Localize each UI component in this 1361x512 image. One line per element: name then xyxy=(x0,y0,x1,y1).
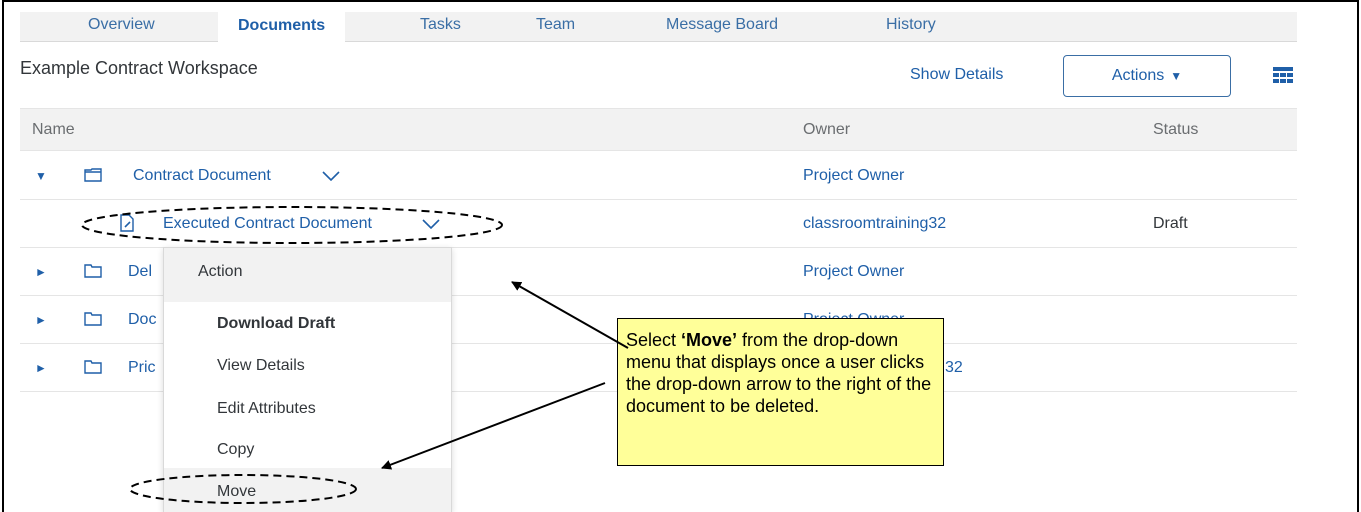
arrow-to-chevron xyxy=(511,281,629,349)
annotation-overlay xyxy=(81,206,629,504)
highlight-ellipse-document xyxy=(81,206,503,244)
highlight-ellipse-move xyxy=(129,474,357,504)
arrow-to-move xyxy=(381,382,606,470)
